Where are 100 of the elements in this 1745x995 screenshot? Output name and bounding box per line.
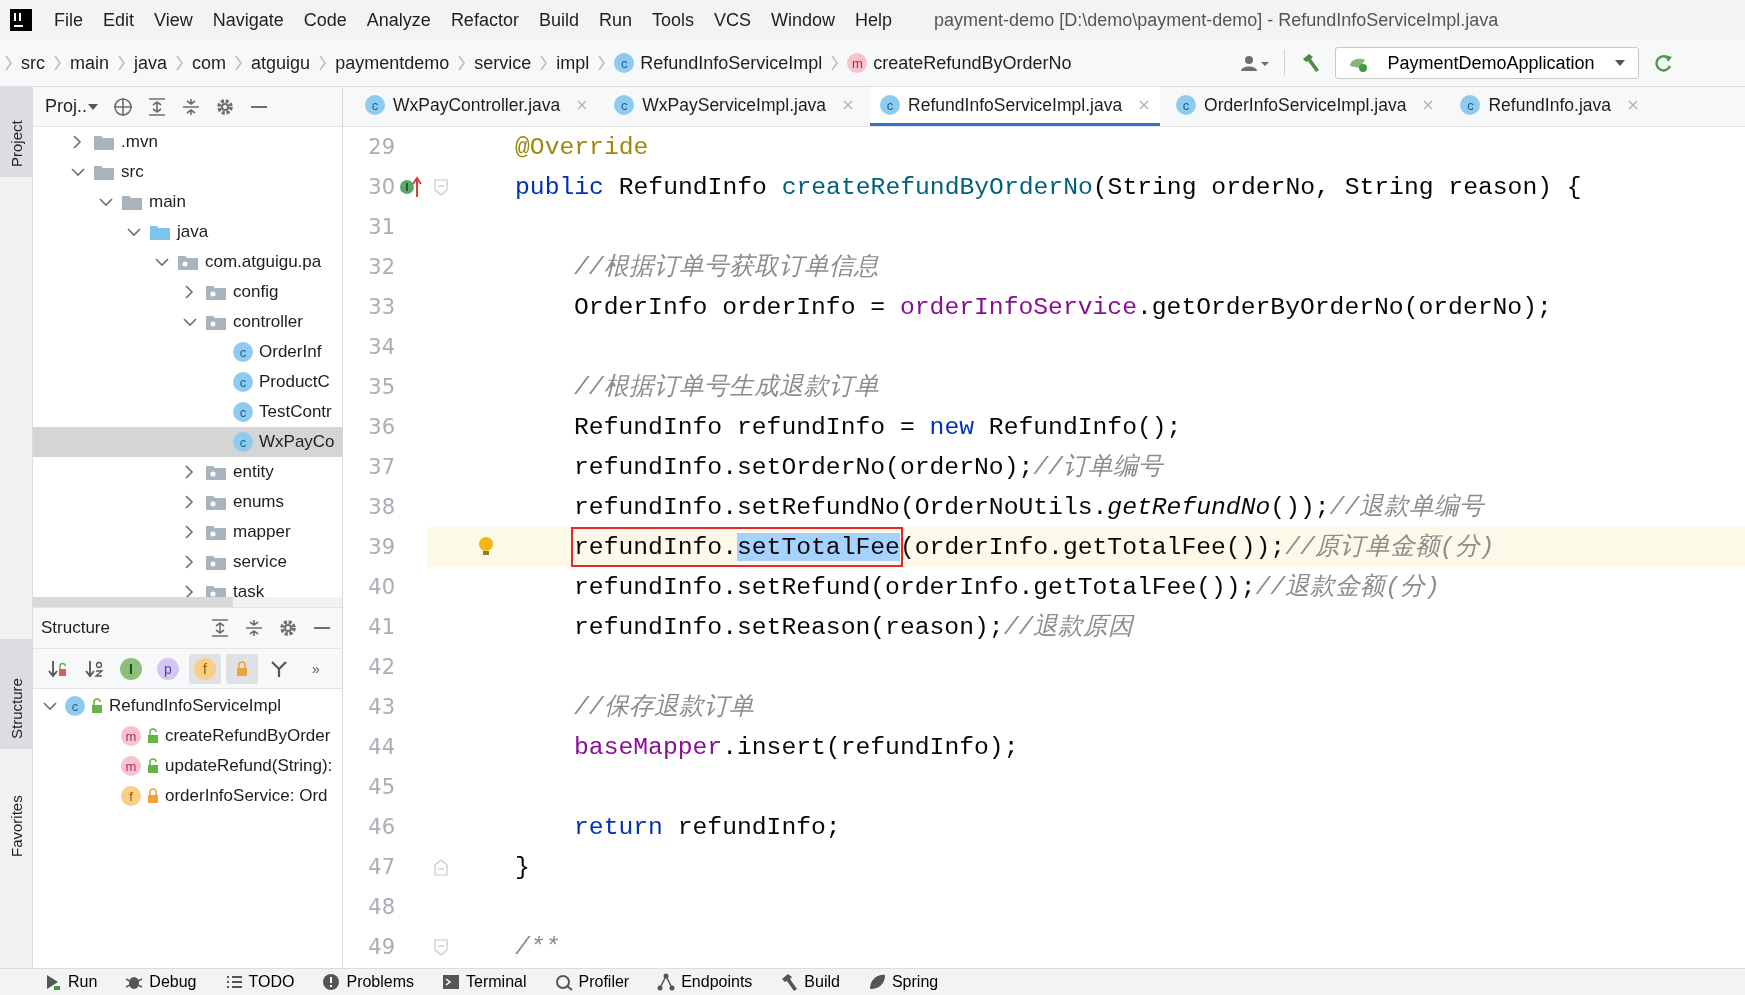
tree-item[interactable]: java	[33, 217, 342, 247]
code-comment: //保存退款订单	[574, 693, 754, 721]
tree-item[interactable]: mapper	[33, 517, 342, 547]
tool-window-button[interactable]: Problems	[318, 969, 419, 995]
menu-item[interactable]: Navigate	[212, 9, 284, 31]
lock-toggle-button[interactable]	[226, 653, 258, 684]
menu-item[interactable]: File	[54, 9, 83, 31]
settings-icon[interactable]	[278, 618, 298, 638]
crosshair-icon[interactable]	[113, 96, 133, 117]
tree-item[interactable]: com.atguigu.pa	[33, 247, 342, 277]
code-text: refundInfo.setRefund(orderInfo.getTotalFee());	[574, 573, 1256, 601]
tree-item[interactable]: c TestContr	[33, 397, 342, 427]
panel-title-dropdown[interactable]: Proj..	[45, 96, 87, 117]
tool-window-button[interactable]: Build	[776, 969, 844, 995]
tool-window-button[interactable]: Endpoints	[653, 969, 757, 995]
menu-item[interactable]: Analyze	[366, 9, 431, 31]
tree-item[interactable]: m createRefundByOrder	[33, 721, 342, 751]
class-icon: c	[233, 402, 253, 422]
menu-item[interactable]: Build	[538, 9, 579, 31]
menu-item[interactable]: Edit	[103, 9, 135, 31]
breadcrumb-item[interactable]: c RefundInfoServiceImpl	[614, 52, 823, 74]
line-number: 32	[367, 254, 395, 281]
tree-item[interactable]: .mvn	[33, 127, 342, 157]
tool-window-button[interactable]: Run	[40, 969, 102, 995]
tree-item[interactable]: main	[33, 187, 342, 217]
breadcrumb-item[interactable]: main	[70, 52, 109, 74]
caret-icon[interactable]	[87, 101, 99, 112]
chevron-icon	[4, 54, 13, 72]
tree-item[interactable]: config	[33, 277, 342, 307]
problems-icon	[322, 973, 341, 991]
endpoints-icon	[657, 973, 676, 991]
breadcrumb-item[interactable]: m createRefundByOrderNo	[847, 52, 1072, 74]
line-number: 45	[367, 774, 395, 801]
editor-tab[interactable]: c WxPayController.java	[355, 87, 599, 126]
menu-item[interactable]: VCS	[714, 9, 751, 31]
more-button[interactable]: »	[300, 653, 332, 684]
tool-window-button[interactable]: Profiler	[550, 969, 634, 995]
side-tab[interactable]: Project	[0, 87, 33, 177]
tree-item[interactable]: c ProductC	[33, 367, 342, 397]
expand-all-icon[interactable]	[210, 618, 230, 638]
side-tab[interactable]: Favorites	[0, 757, 33, 867]
breadcrumb-item[interactable]: impl	[556, 52, 590, 74]
breadcrumb-item[interactable]: com	[192, 52, 227, 74]
side-tab[interactable]: Structure	[0, 639, 33, 749]
tool-window-button[interactable]: TODO	[220, 969, 299, 995]
breadcrumb-item[interactable]: atguigu	[251, 52, 311, 74]
editor-tab[interactable]: c RefundInfoServiceImpl.java	[870, 87, 1161, 126]
expand-all-icon[interactable]	[147, 96, 167, 117]
menu-item[interactable]: Refactor	[450, 9, 519, 31]
breadcrumb-item[interactable]: paymentdemo	[335, 52, 450, 74]
collapse-all-icon[interactable]	[244, 618, 264, 638]
fold-marker-icon[interactable]	[433, 857, 449, 877]
breadcrumb-item[interactable]: java	[134, 52, 168, 74]
editor-tab[interactable]: c OrderInfoServiceImpl.java	[1166, 87, 1445, 126]
code-text: setTotalFee	[736, 533, 900, 561]
line-number: 46	[367, 814, 395, 841]
breadcrumb-item[interactable]: service	[474, 52, 532, 74]
refresh-icon[interactable]	[1653, 53, 1675, 73]
settings-icon[interactable]	[215, 96, 235, 117]
tool-window-button[interactable]: Spring	[863, 969, 943, 995]
editor-tab[interactable]: c RefundInfo.java	[1450, 87, 1649, 126]
tree-item[interactable]: f orderInfoService: Ord	[33, 781, 342, 811]
menu-item[interactable]: Run	[598, 9, 632, 31]
tree-item[interactable]: task	[33, 577, 342, 597]
menu-item[interactable]: View	[154, 9, 193, 31]
fold-marker-icon[interactable]	[433, 937, 449, 957]
tree-item[interactable]: service	[33, 547, 342, 577]
line-number: 33	[367, 294, 395, 321]
tool-window-button[interactable]: Terminal	[438, 969, 531, 995]
lock-icon	[236, 660, 248, 677]
run-configuration-dropdown[interactable]: PaymentDemoApplication	[1335, 47, 1639, 79]
breadcrumb-item[interactable]: src	[21, 52, 45, 74]
menu-item[interactable]: Code	[303, 9, 347, 31]
tree-item[interactable]: enums	[33, 487, 342, 517]
class-icon: c	[233, 372, 253, 392]
fields-toggle-button[interactable]: f	[189, 653, 221, 684]
package-folder-icon	[205, 553, 227, 571]
fold-marker-icon[interactable]	[433, 177, 449, 197]
tree-item[interactable]: c RefundInfoServiceImpl	[33, 691, 342, 721]
scrollbar-thumb[interactable]	[33, 597, 233, 607]
collapse-all-icon[interactable]	[181, 96, 201, 117]
lightbulb-icon[interactable]	[477, 536, 495, 556]
editor-tab[interactable]: c WxPayServiceImpl.java	[604, 87, 865, 126]
package-folder-icon	[205, 283, 227, 301]
tree-item[interactable]: c OrderInf	[33, 337, 342, 367]
menu-item[interactable]: Window	[771, 9, 836, 31]
menu-item[interactable]: Tools	[651, 9, 694, 31]
todo-icon	[224, 973, 243, 991]
tree-item[interactable]: m updateRefund(String):	[33, 751, 342, 781]
tree-item[interactable]: entity	[33, 457, 342, 487]
spring-icon	[867, 973, 886, 991]
line-number: 42	[367, 654, 395, 681]
implements-arrow-icon[interactable]	[399, 176, 423, 198]
code-text: RefundInfo	[617, 173, 768, 201]
tree-item[interactable]: src	[33, 157, 342, 187]
menu-item[interactable]: Help	[855, 9, 893, 31]
person-icon[interactable]	[1240, 54, 1270, 72]
tree-item[interactable]: controller	[33, 307, 342, 337]
tree-item[interactable]: c WxPayCo	[33, 427, 342, 457]
tool-window-button[interactable]: Debug	[121, 969, 201, 995]
